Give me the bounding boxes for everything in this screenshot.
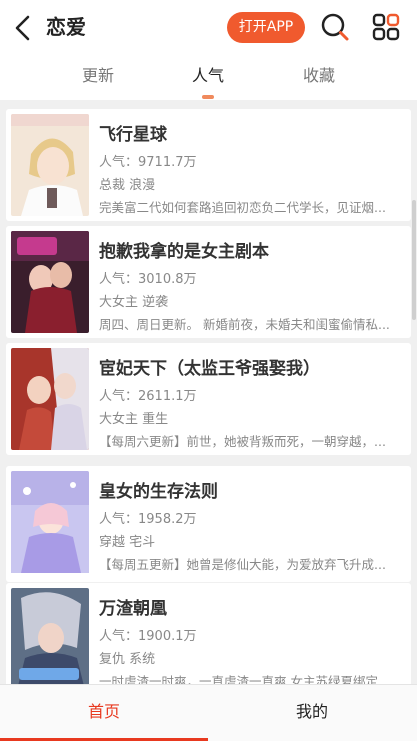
tab-favorites[interactable]: 收藏 xyxy=(303,64,335,88)
comic-popularity: 人气：9711.7万 xyxy=(99,155,197,170)
scrollbar[interactable] xyxy=(412,200,416,320)
active-tab-indicator xyxy=(202,95,214,99)
comic-tags: 复仇 系统 xyxy=(99,652,156,667)
comic-description: 一时虐渣一时爽，一直虐渣一直爽 女主苏绿夏绑定... xyxy=(99,674,390,684)
comic-title: 抱歉我拿的是女主剧本 xyxy=(99,242,269,262)
comic-tags: 穿越 宅斗 xyxy=(99,535,156,550)
comic-cover xyxy=(11,231,89,333)
nav-profile[interactable]: 我的 xyxy=(208,685,416,739)
list-item[interactable]: 万渣朝凰 人气：1900.1万 复仇 系统 一时虐渣一时爽，一直虐渣一直爽 女主… xyxy=(6,583,411,684)
comic-title: 飞行星球 xyxy=(99,125,167,145)
back-arrow-icon[interactable] xyxy=(12,14,34,42)
comic-description: 【每周六更新】前世，她被背叛而死，一朝穿越，... xyxy=(99,434,386,449)
comic-list: 飞行星球 人气：9711.7万 总裁 浪漫 完美富二代如何套路追回初恋负二代学长… xyxy=(0,100,417,684)
comic-description: 【每周五更新】她曾是修仙大能，为爱放弃飞升成... xyxy=(99,557,386,572)
list-item[interactable]: 飞行星球 人气：9711.7万 总裁 浪漫 完美富二代如何套路追回初恋负二代学长… xyxy=(6,109,411,221)
comic-cover xyxy=(11,588,89,684)
comic-title: 皇女的生存法则 xyxy=(99,482,218,502)
comic-title: 万渣朝凰 xyxy=(99,599,167,619)
top-bar: 恋爱 打开APP xyxy=(0,0,417,56)
comic-cover xyxy=(11,348,89,450)
list-item[interactable]: 抱歉我拿的是女主剧本 人气：3010.8万 大女主 逆袭 周四、周日更新。 新婚… xyxy=(6,226,411,338)
comic-tags: 总裁 浪漫 xyxy=(99,178,156,193)
comic-tags: 大女主 逆袭 xyxy=(99,295,169,310)
list-item[interactable]: 皇女的生存法则 人气：1958.2万 穿越 宅斗 【每周五更新】她曾是修仙大能，… xyxy=(6,466,411,582)
page-title: 恋爱 xyxy=(46,15,86,39)
comic-description: 周四、周日更新。 新婚前夜，未婚夫和闺蜜偷情私... xyxy=(99,317,390,332)
comic-title: 宦妃天下（太监王爷强娶我） xyxy=(99,359,320,379)
comic-popularity: 人气：2611.1万 xyxy=(99,389,197,404)
category-grid-icon[interactable] xyxy=(372,13,400,41)
list-item[interactable]: 宦妃天下（太监王爷强娶我） 人气：2611.1万 大女主 重生 【每周六更新】前… xyxy=(6,343,411,455)
tab-popular[interactable]: 人气 xyxy=(192,64,224,88)
comic-cover xyxy=(11,114,89,216)
tab-updates[interactable]: 更新 xyxy=(82,64,114,88)
comic-popularity: 人气：1958.2万 xyxy=(99,512,197,527)
comic-description: 完美富二代如何套路追回初恋负二代学长，见证烟... xyxy=(99,200,386,215)
tab-bar: 更新 人气 收藏 xyxy=(0,56,417,100)
comic-popularity: 人气：3010.8万 xyxy=(99,272,197,287)
open-app-button[interactable]: 打开APP xyxy=(227,12,305,43)
comic-cover xyxy=(11,471,89,577)
nav-home[interactable]: 首页 xyxy=(0,685,208,739)
comic-popularity: 人气：1900.1万 xyxy=(99,629,197,644)
search-icon[interactable] xyxy=(320,12,350,42)
bottom-nav: 首页 我的 xyxy=(0,684,417,741)
comic-tags: 大女主 重生 xyxy=(99,412,169,427)
